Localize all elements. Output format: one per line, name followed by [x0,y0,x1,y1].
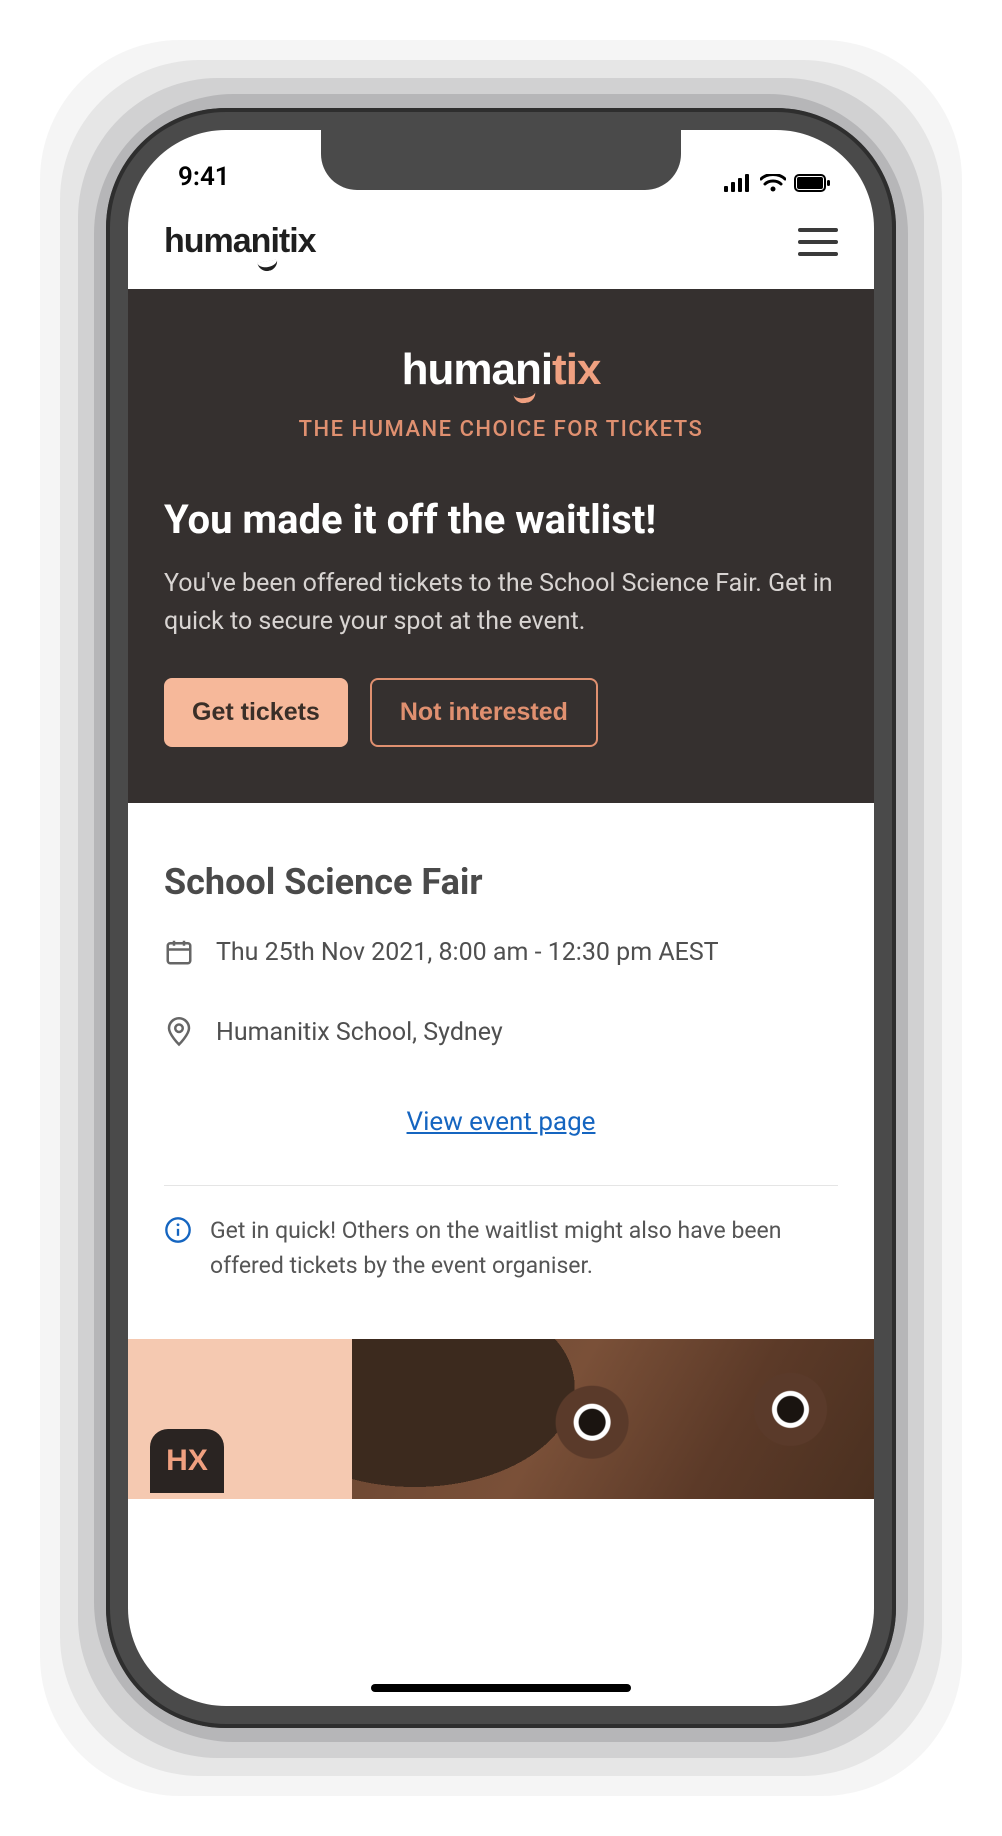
event-location-row: Humanitix School, Sydney [164,1017,838,1047]
event-title: School Science Fair [164,861,838,903]
event-datetime: Thu 25th Nov 2021, 8:00 am - 12:30 pm AE… [216,938,719,967]
app-header: humanitix [128,198,874,289]
location-pin-icon [164,1017,194,1047]
phone-screen: 9:41 [128,130,874,1706]
hero-section: HumaniTIX THE HUMANE CHOICE FOR TICKETS … [128,289,874,803]
brand-logo[interactable]: humanitix [164,222,316,261]
phone-notch [321,130,681,190]
hx-badge: HX [150,1429,224,1493]
hero-body: You've been offered tickets to the Schoo… [164,565,838,640]
wifi-icon [760,174,786,192]
cellular-icon [724,174,752,192]
hero-brand-logo: HumaniTIX [402,345,601,395]
info-icon [164,1216,192,1244]
calendar-icon [164,937,194,967]
waitlist-notice: Get in quick! Others on the waitlist mig… [164,1214,838,1283]
hero-actions: Get tickets Not interested [164,678,838,747]
footer-image-photo [352,1339,874,1499]
divider [164,1185,838,1186]
event-datetime-row: Thu 25th Nov 2021, 8:00 am - 12:30 pm AE… [164,937,838,967]
get-tickets-button[interactable]: Get tickets [164,678,348,747]
event-location: Humanitix School, Sydney [216,1018,503,1047]
event-section: School Science Fair Thu 25th Nov 2021, 8… [128,803,874,1313]
phone-frame: 9:41 [106,108,896,1728]
battery-icon [794,174,830,192]
notice-text: Get in quick! Others on the waitlist mig… [210,1214,838,1283]
home-indicator[interactable] [371,1684,631,1692]
menu-icon[interactable] [798,228,838,256]
hero-tagline: THE HUMANE CHOICE FOR TICKETS [164,417,838,442]
status-indicators [724,174,830,192]
status-time: 9:41 [178,162,230,192]
view-event-link[interactable]: View event page [407,1107,596,1137]
footer-image-strip: HX [128,1339,874,1499]
hero-title: You made it off the waitlist! [164,496,838,543]
footer-image-left: HX [128,1339,352,1499]
not-interested-button[interactable]: Not interested [370,678,598,747]
